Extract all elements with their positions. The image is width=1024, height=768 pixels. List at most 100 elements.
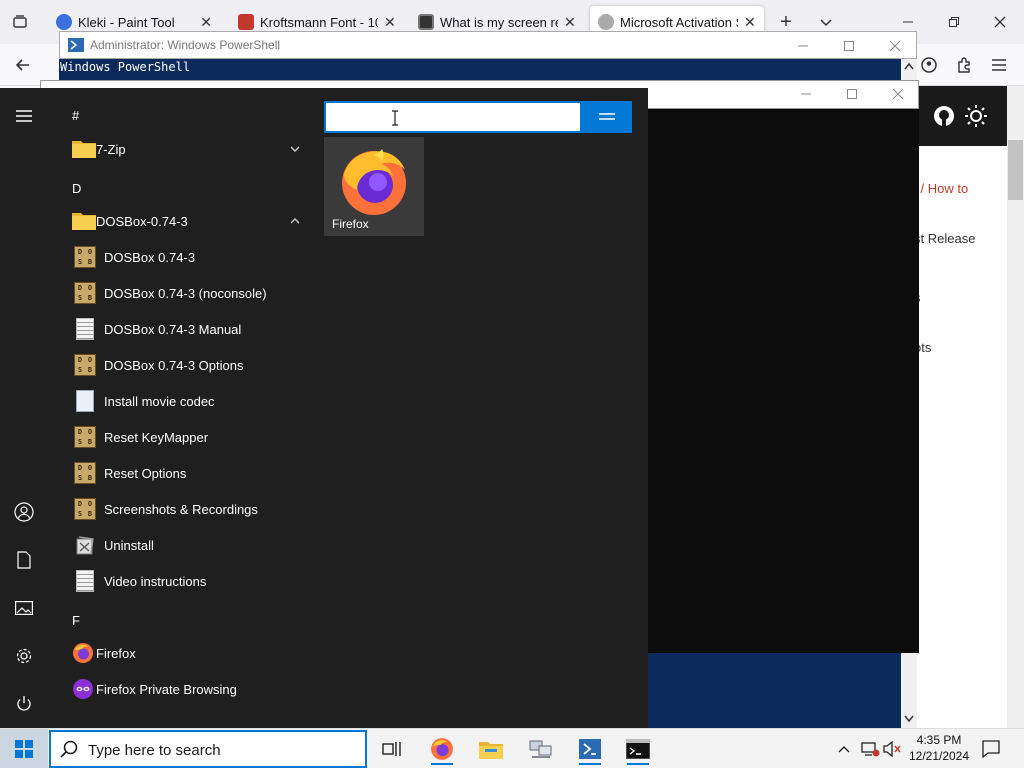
dosbox-icon: DOSB (74, 354, 96, 376)
task-view-icon[interactable] (375, 733, 409, 765)
start-app-list[interactable]: # 7-Zip D DOSBox-0.74-3 DOSB DOSBox 0.74… (48, 88, 314, 728)
taskbar-console-icon[interactable] (621, 733, 655, 765)
maximize-icon[interactable] (829, 83, 875, 105)
breadcrumb-fragment[interactable]: l / How to (914, 181, 968, 196)
tab-close-icon[interactable]: ✕ (564, 14, 576, 31)
app-item-uninstall[interactable]: Uninstall (48, 527, 314, 563)
app-item-dosbox[interactable]: DOSB DOSBox 0.74-3 (48, 239, 314, 275)
app-folder-7zip[interactable]: 7-Zip (48, 131, 314, 167)
settings-gear-icon[interactable] (8, 640, 40, 672)
app-label: 7-Zip (96, 141, 126, 157)
search-result-label: Firefox (332, 217, 369, 231)
taskbar-powershell-icon[interactable] (573, 733, 607, 765)
app-item-dosbox-manual[interactable]: DOSBox 0.74-3 Manual (48, 311, 314, 347)
start-menu: # 7-Zip D DOSBox-0.74-3 DOSB DOSBox 0.74… (0, 88, 648, 728)
app-item-firefox-private[interactable]: Firefox Private Browsing (48, 671, 314, 707)
text-cursor-icon (391, 110, 399, 129)
folder-icon (72, 138, 96, 160)
app-label: DOSBox-0.74-3 (96, 213, 188, 229)
system-clock[interactable]: 4:35 PM 12/21/2024 (904, 732, 974, 764)
maximize-icon[interactable] (826, 35, 872, 57)
file-icon (76, 390, 94, 412)
minimize-icon[interactable] (780, 35, 826, 57)
search-options-button[interactable] (582, 101, 632, 133)
chevron-down-icon (288, 142, 302, 156)
app-item-video-instructions[interactable]: Video instructions (48, 563, 314, 599)
page-scrollbar-thumb[interactable] (1008, 140, 1023, 200)
app-label: Install movie codec (104, 393, 215, 409)
dosbox-icon: DOSB (74, 462, 96, 484)
close-icon[interactable] (875, 83, 921, 105)
app-label: DOSBox 0.74-3 Options (104, 357, 244, 373)
start-button[interactable] (0, 729, 48, 768)
app-label: Video instructions (104, 573, 207, 589)
start-menu-rail (0, 88, 48, 728)
app-label: Reset KeyMapper (104, 429, 209, 445)
tab-list-icon[interactable] (6, 8, 34, 36)
account-icon[interactable] (916, 52, 942, 78)
power-icon[interactable] (8, 688, 40, 720)
page-text-fragment: st Release (914, 231, 976, 246)
app-item-reset-options[interactable]: DOSB Reset Options (48, 455, 314, 491)
file-explorer-icon[interactable] (474, 733, 508, 765)
group-header-d[interactable]: D (72, 181, 81, 196)
font-favicon-icon (238, 14, 254, 30)
menu-lines-icon (599, 113, 615, 120)
minimize-icon[interactable] (783, 83, 829, 105)
search-result-firefox[interactable]: Firefox (324, 137, 424, 236)
taskbar-search-box[interactable]: Type here to search (49, 730, 367, 768)
group-header-hash[interactable]: # (72, 108, 79, 123)
taskbar-firefox-icon[interactable] (425, 733, 459, 765)
volume-muted-icon[interactable] (880, 733, 904, 765)
tab-close-icon[interactable]: ✕ (744, 14, 756, 31)
notification-center-icon[interactable] (974, 733, 1008, 765)
chevron-up-icon (288, 214, 302, 228)
github-icon[interactable] (932, 104, 956, 131)
chevron-up-icon[interactable] (832, 733, 856, 765)
firefox-icon (72, 642, 94, 664)
tab-title: Kroftsmann Font - 1001 (260, 14, 378, 30)
gear-favicon-icon (598, 14, 614, 30)
app-item-screenshots-recordings[interactable]: DOSB Screenshots & Recordings (48, 491, 314, 527)
user-account-icon[interactable] (8, 496, 40, 528)
pictures-icon[interactable] (8, 592, 40, 624)
monitor-favicon-icon (418, 14, 434, 30)
console-window-body[interactable] (648, 109, 919, 653)
document-icon (76, 318, 94, 340)
group-header-f[interactable]: F (72, 613, 80, 628)
kleki-favicon-icon (56, 14, 72, 30)
tab-title: Kleki - Paint Tool (78, 14, 175, 30)
app-label: DOSBox 0.74-3 Manual (104, 321, 242, 337)
app-item-install-movie-codec[interactable]: Install movie codec (48, 383, 314, 419)
tab-close-icon[interactable]: ✕ (200, 14, 212, 31)
app-label: Firefox (96, 645, 136, 661)
app-folder-dosbox[interactable]: DOSBox-0.74-3 (48, 203, 314, 239)
tab-title: What is my screen reso (440, 14, 558, 30)
taskbar: Type here to search 4:35 PM 12/21/2024 (0, 728, 1024, 768)
theme-toggle-sun-icon[interactable] (964, 104, 988, 131)
uninstall-icon (74, 534, 96, 556)
app-label: Reset Options (104, 465, 187, 481)
app-item-firefox[interactable]: Firefox (48, 635, 314, 671)
app-label: DOSBox 0.74-3 (noconsole) (104, 285, 267, 301)
expand-menu-icon[interactable] (8, 100, 40, 132)
back-arrow-icon[interactable] (10, 52, 36, 78)
close-icon[interactable] (872, 35, 918, 57)
tab-close-icon[interactable]: ✕ (384, 14, 396, 31)
clock-time: 4:35 PM (916, 733, 962, 747)
powershell-title-bar[interactable]: Administrator: Windows PowerShell (59, 31, 917, 59)
hamburger-menu-icon[interactable] (986, 52, 1012, 78)
app-item-dosbox-noconsole[interactable]: DOSB DOSBox 0.74-3 (noconsole) (48, 275, 314, 311)
network-computers-icon[interactable] (524, 733, 558, 765)
folder-icon (72, 210, 96, 232)
close-window-icon[interactable] (986, 8, 1014, 36)
app-item-reset-keymapper[interactable]: DOSB Reset KeyMapper (48, 419, 314, 455)
extensions-icon[interactable] (951, 52, 977, 78)
dosbox-icon: DOSB (74, 426, 96, 448)
restore-icon[interactable] (940, 8, 968, 36)
documents-icon[interactable] (8, 544, 40, 576)
start-search-input[interactable] (324, 101, 582, 133)
dosbox-icon: DOSB (74, 246, 96, 268)
windows-logo-icon (15, 740, 33, 758)
app-item-dosbox-options[interactable]: DOSB DOSBox 0.74-3 Options (48, 347, 314, 383)
